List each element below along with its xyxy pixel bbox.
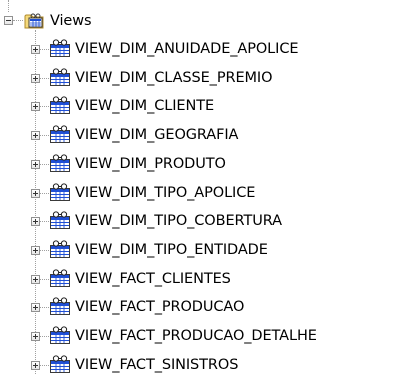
view-icon [50,326,70,344]
object-explorer-tree: Views VIEW_DIM_ANUIDADE_APOLICE VIEW_DIM_… [0,0,395,374]
tree-node-view[interactable]: VIEW_DIM_CLIENTE [0,93,395,119]
view-icon [50,68,70,86]
tree-guide-line [40,78,49,79]
expand-toggle[interactable] [31,275,40,284]
expand-toggle[interactable] [31,361,40,370]
expand-toggle[interactable] [31,160,40,169]
tree-node-label: VIEW_DIM_CLIENTE [75,98,215,114]
tree-guide-line [40,49,49,50]
tree-guide-line [40,193,49,194]
tree-node-label: VIEW_DIM_PRODUTO [75,156,226,172]
tree-node-label: VIEW_DIM_TIPO_APOLICE [75,185,256,201]
collapse-toggle[interactable] [4,16,13,25]
view-icon [50,39,70,57]
tree-node-label: VIEW_FACT_SINISTROS [75,357,239,373]
tree-guide-line [40,250,49,251]
tree-node-label: VIEW_DIM_CLASSE_PREMIO [75,70,273,86]
views-folder-icon [24,13,44,29]
expand-toggle[interactable] [31,102,40,111]
tree-node-label: VIEW_DIM_GEOGRAFIA [75,127,239,143]
expand-toggle[interactable] [31,45,40,54]
tree-guide-line [40,279,49,280]
tree-node-view[interactable]: VIEW_FACT_PRODUCAO [0,294,395,320]
tree-guide-line [13,20,23,21]
expand-toggle[interactable] [31,217,40,226]
tree-node-views[interactable]: Views [0,8,395,34]
expand-toggle[interactable] [31,74,40,83]
expand-toggle[interactable] [31,131,40,140]
tree-node-view[interactable]: VIEW_DIM_PRODUTO [0,151,395,177]
tree-node-view[interactable]: VIEW_FACT_PRODUCAO_DETALHE [0,323,395,349]
view-icon [50,211,70,229]
view-icon [50,240,70,258]
tree-guide-line [40,307,49,308]
tree-node-view[interactable]: VIEW_DIM_GEOGRAFIA [0,122,395,148]
tree-guide-line [40,164,49,165]
expand-toggle[interactable] [31,189,40,198]
expand-toggle[interactable] [31,332,40,341]
view-icon [50,269,70,287]
expand-toggle[interactable] [31,246,40,255]
tree-node-label: Views [50,13,92,29]
tree-node-label: VIEW_DIM_ANUIDADE_APOLICE [75,41,299,57]
tree-node-view[interactable]: VIEW_FACT_CLIENTES [0,266,395,292]
tree-guide-line [40,365,49,366]
tree-node-label: VIEW_FACT_PRODUCAO_DETALHE [75,328,317,344]
tree-node-label: VIEW_FACT_PRODUCAO [75,299,245,315]
expand-toggle[interactable] [31,303,40,312]
tree-node-view[interactable]: VIEW_DIM_TIPO_ENTIDADE [0,237,395,263]
tree-node-view[interactable]: VIEW_DIM_TIPO_COBERTURA [0,208,395,234]
view-icon [50,183,70,201]
tree-guide-line [40,221,49,222]
tree-node-label: VIEW_DIM_TIPO_ENTIDADE [75,242,268,258]
view-icon [50,154,70,172]
tree-node-view[interactable]: VIEW_DIM_ANUIDADE_APOLICE [0,36,395,62]
tree-node-view[interactable]: VIEW_DIM_TIPO_APOLICE [0,180,395,206]
view-icon [50,355,70,373]
tree-guide-line [40,336,49,337]
tree-guide-line [40,135,49,136]
view-icon [50,297,70,315]
view-icon [50,125,70,143]
tree-node-label: VIEW_FACT_CLIENTES [75,271,231,287]
tree-node-view[interactable]: VIEW_FACT_SINISTROS [0,352,395,378]
tree-guide-line [40,106,49,107]
tree-node-label: VIEW_DIM_TIPO_COBERTURA [75,213,282,229]
tree-node-view[interactable]: VIEW_DIM_CLASSE_PREMIO [0,65,395,91]
view-icon [50,96,70,114]
